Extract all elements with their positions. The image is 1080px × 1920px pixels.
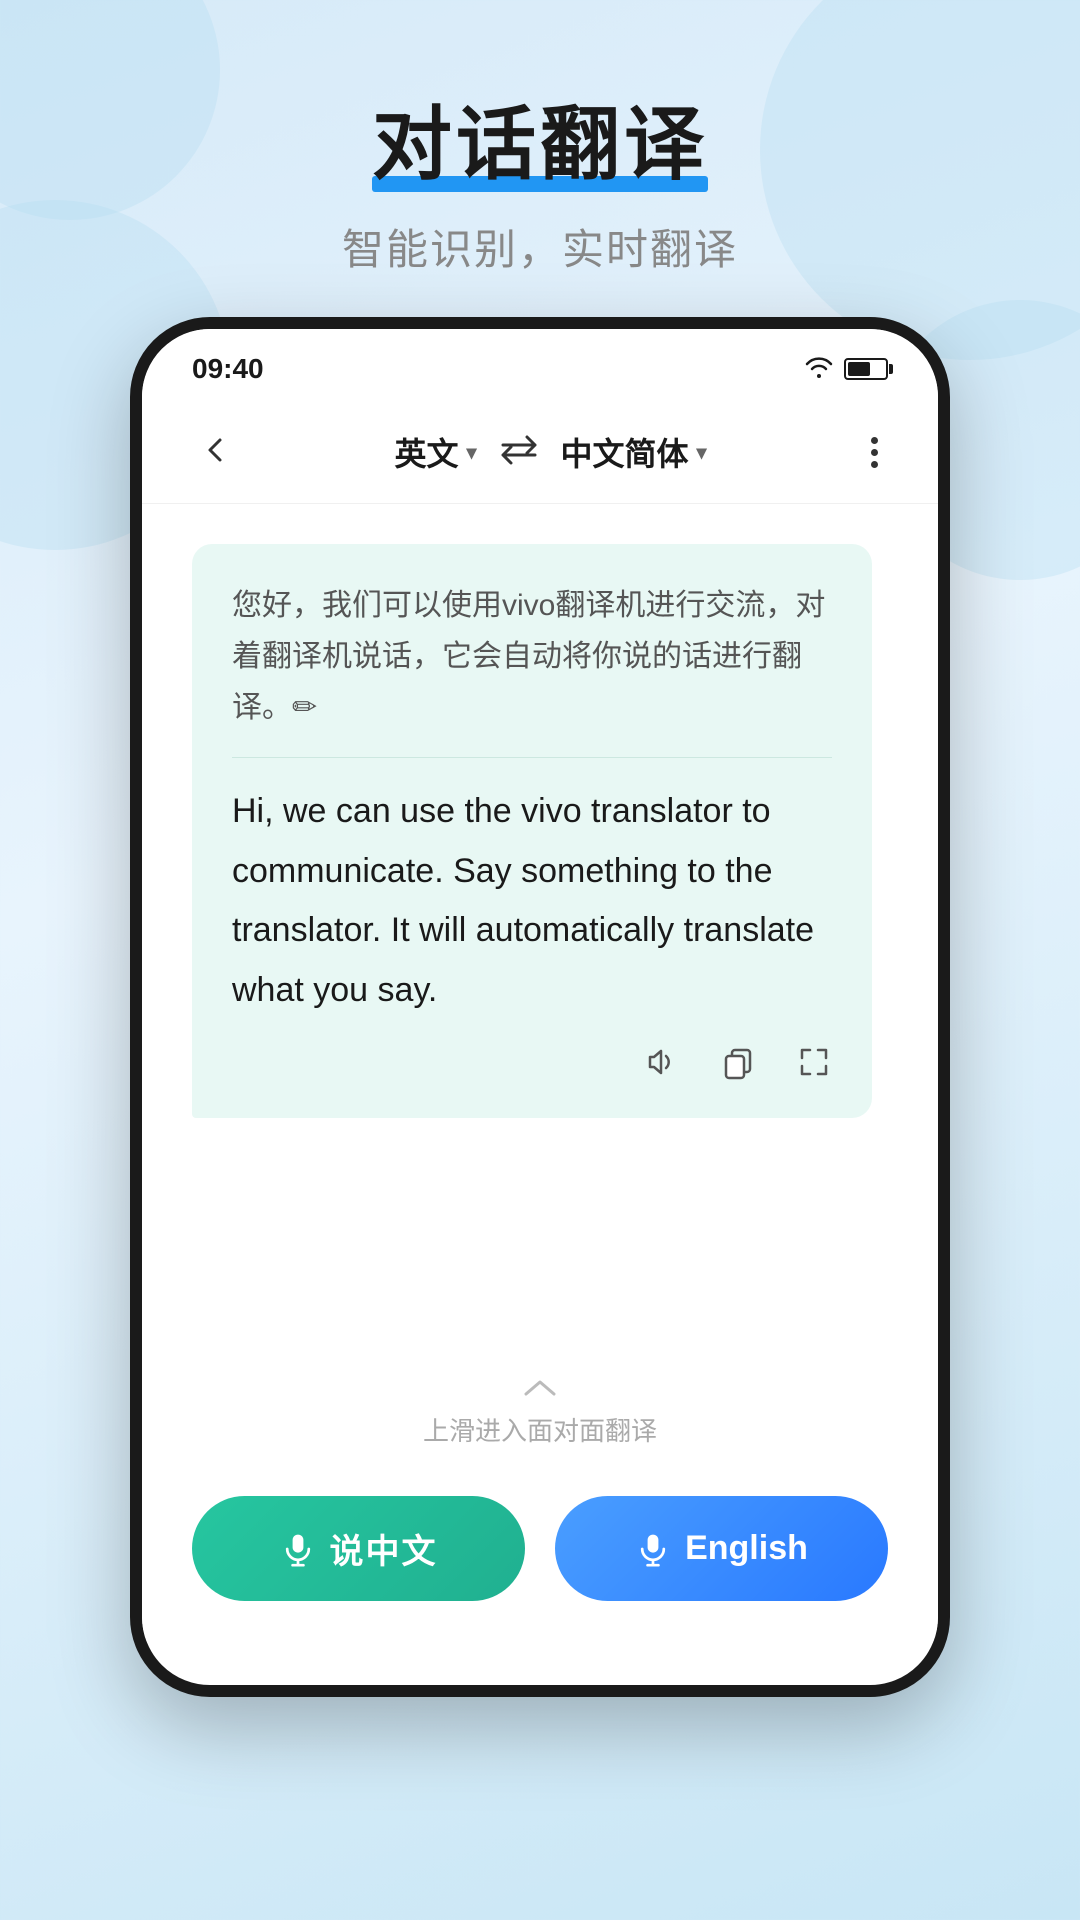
status-time: 09:40 bbox=[192, 353, 264, 385]
bubble-original-text: 您好，我们可以使用vivo翻译机进行交流，对着翻译机说话，它会自动将你说的话进行… bbox=[232, 580, 832, 758]
mic-english-icon bbox=[635, 1531, 671, 1567]
title-area: 对话翻译 智能识别，实时翻译 bbox=[0, 0, 1080, 317]
source-lang-arrow: ▾ bbox=[466, 440, 476, 465]
source-lang-selector[interactable]: 英文 ▾ bbox=[394, 429, 476, 475]
target-lang-label: 中文简体 bbox=[561, 429, 689, 475]
more-dot-3 bbox=[871, 461, 878, 468]
source-lang-label: 英文 bbox=[394, 429, 458, 475]
bottom-buttons: 说中文 English bbox=[142, 1468, 938, 1641]
mic-chinese-icon bbox=[280, 1531, 316, 1567]
speak-english-button[interactable]: English bbox=[555, 1496, 888, 1601]
expand-button[interactable] bbox=[796, 1044, 832, 1088]
speak-chinese-label: 说中文 bbox=[330, 1524, 438, 1573]
status-bar: 09:40 bbox=[142, 329, 938, 401]
lang-selector: 英文 ▾ 中文简体 ▾ bbox=[240, 429, 861, 475]
main-title: 对话翻译 bbox=[372, 80, 708, 196]
more-dot-1 bbox=[871, 437, 878, 444]
copy-button[interactable] bbox=[720, 1044, 756, 1088]
more-dot-2 bbox=[871, 449, 878, 456]
battery-fill bbox=[848, 362, 870, 376]
status-icons bbox=[804, 356, 888, 383]
bottom-hint: 上滑进入面对面翻译 bbox=[142, 1354, 938, 1468]
chat-bubble: 您好，我们可以使用vivo翻译机进行交流，对着翻译机说话，它会自动将你说的话进行… bbox=[192, 544, 872, 1118]
speak-english-label: English bbox=[685, 1529, 808, 1568]
more-button[interactable] bbox=[861, 427, 888, 478]
target-lang-arrow: ▾ bbox=[697, 440, 707, 465]
sub-title: 智能识别，实时翻译 bbox=[0, 216, 1080, 277]
bubble-translated-text: Hi, we can use the vivo translator to co… bbox=[232, 782, 832, 1020]
speak-chinese-button[interactable]: 说中文 bbox=[192, 1496, 525, 1601]
sound-button[interactable] bbox=[644, 1044, 680, 1088]
target-lang-selector[interactable]: 中文简体 ▾ bbox=[561, 429, 707, 475]
bubble-actions bbox=[232, 1044, 832, 1088]
phone-container: 09:40 bbox=[0, 317, 1080, 1697]
wifi-icon bbox=[804, 356, 834, 383]
back-button[interactable] bbox=[192, 421, 240, 483]
phone-mockup: 09:40 bbox=[130, 317, 950, 1697]
swap-icon[interactable] bbox=[497, 435, 541, 470]
battery-icon bbox=[844, 358, 888, 380]
app-header: 英文 ▾ 中文简体 ▾ bbox=[142, 401, 938, 504]
chat-area: 您好，我们可以使用vivo翻译机进行交流，对着翻译机说话，它会自动将你说的话进行… bbox=[142, 504, 938, 1354]
bottom-hint-text: 上滑进入面对面翻译 bbox=[423, 1416, 657, 1446]
